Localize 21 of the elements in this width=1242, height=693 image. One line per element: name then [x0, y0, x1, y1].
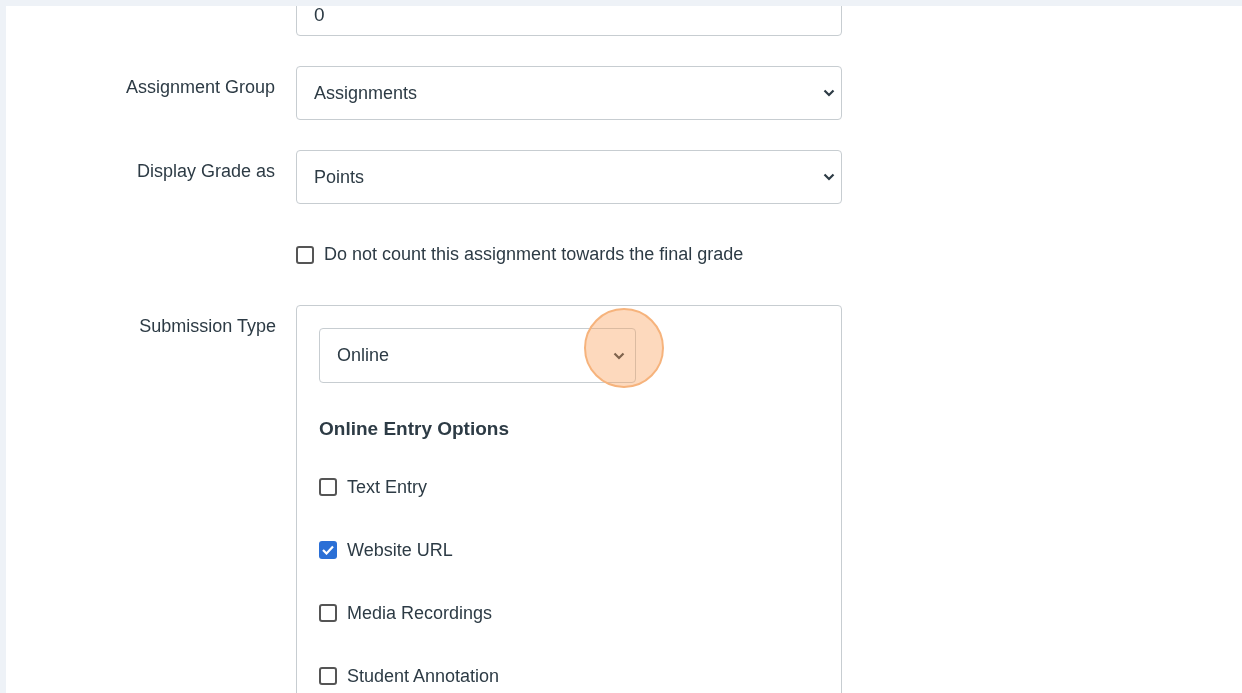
select-field[interactable]: Online — [319, 328, 636, 383]
chevron-down-icon — [823, 89, 835, 97]
checkbox[interactable] — [319, 541, 337, 559]
checkbox-label: Student Annotation — [347, 664, 500, 688]
checkbox[interactable] — [319, 667, 337, 685]
field-label: Assignment Group — [125, 77, 275, 97]
checkbox[interactable] — [319, 604, 337, 622]
field-label: Display Grade as — [136, 161, 275, 181]
checkbox-label: Media Recordings — [347, 601, 493, 625]
checkbox[interactable] — [296, 245, 314, 264]
checkbox-label: Website URL — [347, 538, 453, 562]
checkbox-label: Text Entry — [347, 475, 428, 499]
section-heading: Online Entry Options — [319, 417, 510, 441]
checkbox-label: Do not count this assignment towards the final grade — [324, 243, 744, 266]
checkbox[interactable] — [319, 478, 337, 496]
select-field[interactable]: Points — [296, 150, 842, 204]
field-label: Submission Type — [139, 316, 276, 336]
select-field[interactable]: Assignments — [296, 66, 842, 120]
chevron-down-icon — [613, 351, 625, 360]
number-input[interactable]: 0 — [296, 6, 842, 36]
chevron-down-icon — [823, 173, 835, 181]
